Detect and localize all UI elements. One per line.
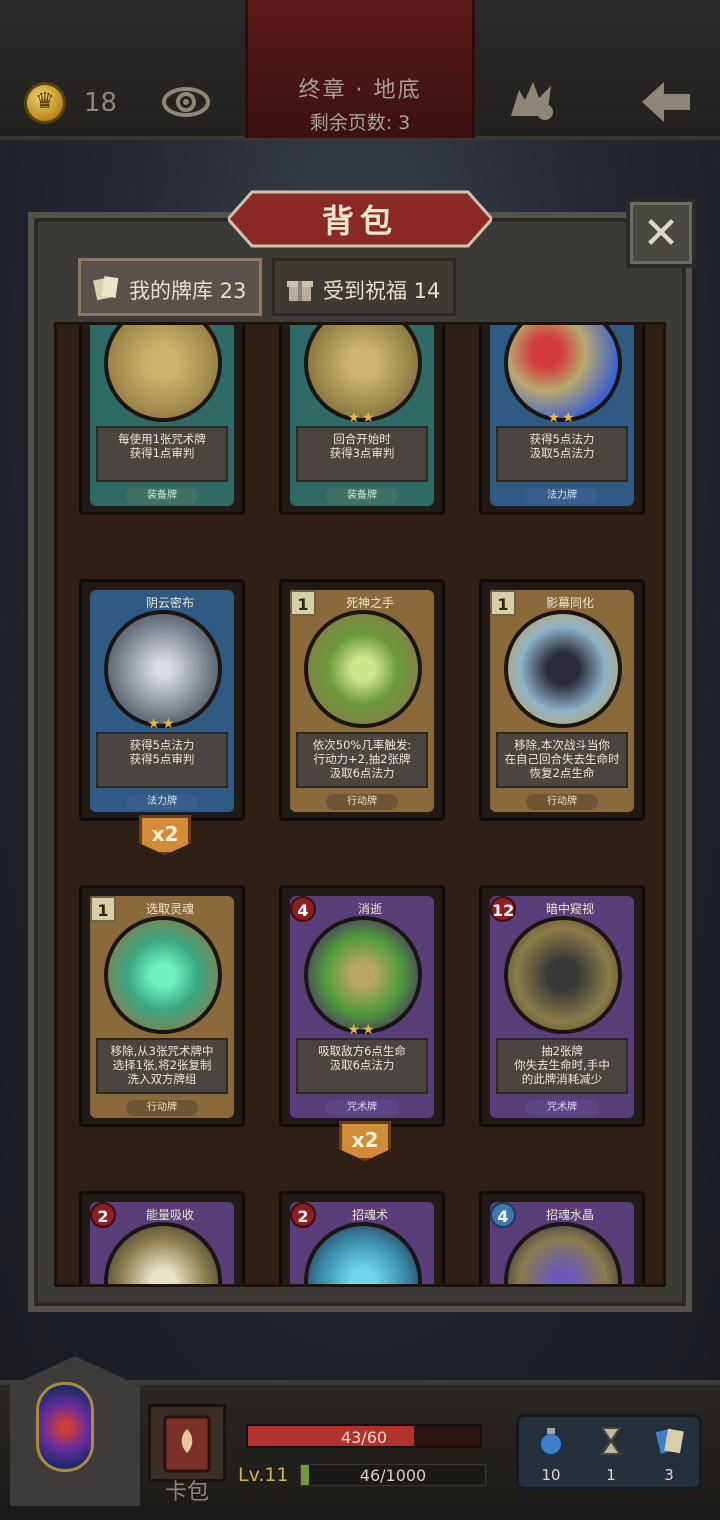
xp-text: 46/1000 — [359, 1466, 427, 1485]
pages-left: 剩余页数: 3 — [309, 112, 411, 134]
card-description: 吸取敌方6点生命 汲取6点法力 — [296, 1038, 428, 1094]
pet-icon[interactable] — [505, 76, 557, 124]
tab-blessings[interactable]: 受到祝福 14 — [272, 258, 456, 316]
gift-icon — [287, 281, 313, 301]
hp-text: 43/60 — [340, 1428, 388, 1447]
card-type: 法力牌 — [126, 794, 198, 810]
card-desc-text: 移除,从3张咒术牌中 选择1张,将2张复制 洗入双方牌组 — [110, 1044, 214, 1086]
close-button[interactable]: ✕ — [626, 198, 696, 268]
card-type: 行动牌 — [126, 1100, 198, 1116]
card-desc-text: 回合开始时 获得3点审判 — [329, 432, 395, 460]
card[interactable]: 1 选取灵魂 移除,从3张咒术牌中 选择1张,将2张复制 洗入双方牌组 行动牌 — [79, 885, 245, 1127]
card-desc-text: 移除,本次战斗当你 在自己回合失去生命时 恢复2点生命 — [504, 738, 620, 780]
chapter-title: 终章 · 地底 — [298, 78, 422, 103]
card-stars: ★★ — [147, 716, 177, 732]
card-description: 获得5点法力 汲取5点法力 — [496, 426, 628, 482]
card[interactable]: 4 消逝 ★★ 吸取敌方6点生命 汲取6点法力 咒术牌 — [279, 885, 445, 1127]
cardpack-button[interactable] — [148, 1404, 226, 1482]
card-stars: ★★ — [547, 410, 577, 426]
duplicate-count-badge: x2 — [339, 1121, 391, 1161]
back-arrow-icon[interactable] — [638, 78, 694, 126]
card-stars: ★★ — [347, 1022, 377, 1038]
card[interactable]: 2 能量吸收 — [79, 1191, 245, 1284]
cards-icon — [93, 276, 119, 301]
eye-icon[interactable] — [160, 80, 212, 122]
card-art — [504, 610, 622, 728]
card-art — [104, 916, 222, 1034]
gold-coin-icon — [24, 82, 66, 124]
card-art — [304, 916, 422, 1034]
duplicate-count-badge: x2 — [139, 815, 191, 855]
panel-title: 背包 — [321, 202, 398, 240]
potion-icon — [539, 1428, 563, 1456]
card[interactable]: 4 招魂水晶 — [479, 1191, 645, 1284]
tab-my-deck[interactable]: 我的牌库 23 — [78, 258, 262, 316]
portal-icon — [36, 1382, 94, 1472]
xp-bar: 46/1000 — [300, 1464, 486, 1486]
card-type: 法力牌 — [526, 488, 598, 504]
card[interactable]: 1 影幕同化 移除,本次战斗当你 在自己回合失去生命时 恢复2点生命 行动牌 — [479, 579, 645, 821]
chapter-box: 终章 · 地底 剩余页数: 3 — [245, 0, 475, 138]
card-type: 咒术牌 — [526, 1100, 598, 1116]
card-art — [304, 610, 422, 728]
card-description: 移除,从3张咒术牌中 选择1张,将2张复制 洗入双方牌组 — [96, 1038, 228, 1094]
card-type: 装备牌 — [326, 488, 398, 504]
card-desc-text: 每使用1张咒术牌 获得1点审判 — [118, 432, 206, 460]
coin-count: 18 — [84, 88, 118, 118]
card[interactable]: 2 招魂术 — [279, 1191, 445, 1284]
hourglass-count: 1 — [606, 1466, 616, 1484]
card-art — [504, 916, 622, 1034]
close-icon: ✕ — [642, 208, 680, 259]
card-description: 依次50%几率触发: 行动力+2,抽2张牌 汲取6点法力 — [296, 732, 428, 788]
card-description: 每使用1张咒术牌 获得1点审判 — [96, 426, 228, 482]
hourglass-icon — [600, 1427, 622, 1455]
card[interactable]: 每使用1张咒术牌 获得1点审判 装备牌 — [79, 325, 245, 515]
card-desc-text: 获得5点法力 获得5点审判 — [129, 738, 195, 766]
card-description: 获得5点法力 获得5点审判 — [96, 732, 228, 788]
card-stars: ★★ — [347, 410, 377, 426]
hp-bar: 43/60 — [246, 1424, 482, 1448]
card-type: 行动牌 — [526, 794, 598, 810]
card-type: 咒术牌 — [326, 1100, 398, 1116]
card-desc-text: 吸取敌方6点生命 汲取6点法力 — [318, 1044, 406, 1072]
card-desc-text: 依次50%几率触发: 行动力+2,抽2张牌 汲取6点法力 — [312, 738, 412, 780]
cards-stack-icon — [655, 1428, 684, 1454]
cardpack-label: 卡包 — [164, 1480, 209, 1505]
card[interactable]: 阴云密布 ★★ 获得5点法力 获得5点审判 法力牌 — [79, 579, 245, 821]
card-art — [104, 610, 222, 728]
card-grid: 每使用1张咒术牌 获得1点审判 装备牌 ★★ 回合开始时 获得3点审判 装备牌 … — [54, 322, 666, 1287]
card-description: 回合开始时 获得3点审判 — [296, 426, 428, 482]
card-description: 移除,本次战斗当你 在自己回合失去生命时 恢复2点生命 — [496, 732, 628, 788]
card[interactable]: ★★ 获得5点法力 汲取5点法力 法力牌 — [479, 325, 645, 515]
card[interactable]: 1 死神之手 依次50%几率触发: 行动力+2,抽2张牌 汲取6点法力 行动牌 — [279, 579, 445, 821]
top-bar: 18 终章 · 地底 剩余页数: 3 — [0, 0, 720, 140]
card[interactable]: 12 暗中窥视 抽2张牌 你失去生命时,手中 的此牌消耗减少 咒术牌 — [479, 885, 645, 1127]
card-type: 装备牌 — [126, 488, 198, 504]
potion-count: 10 — [541, 1466, 561, 1484]
card-desc-text: 获得5点法力 汲取5点法力 — [529, 432, 595, 460]
card-description: 抽2张牌 你失去生命时,手中 的此牌消耗减少 — [496, 1038, 628, 1094]
tab-blessings-label: 受到祝福 14 — [323, 279, 441, 303]
card[interactable]: ★★ 回合开始时 获得3点审判 装备牌 — [279, 325, 445, 515]
card-type: 行动牌 — [326, 794, 398, 810]
book-icon — [163, 1415, 211, 1473]
cards-count: 3 — [664, 1466, 674, 1484]
card-desc-text: 抽2张牌 你失去生命时,手中 的此牌消耗减少 — [514, 1044, 610, 1086]
level-label: Lv.11 — [238, 1464, 289, 1486]
tab-my-deck-label: 我的牌库 23 — [129, 279, 247, 303]
